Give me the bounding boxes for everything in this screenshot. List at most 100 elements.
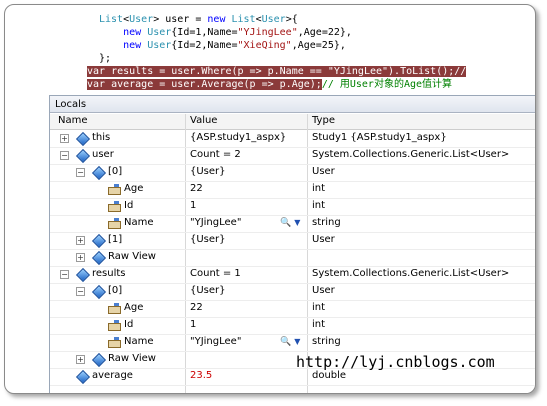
collapse-icon[interactable]: − (60, 151, 69, 160)
dropdown-arrow-icon[interactable]: ▼ (294, 337, 300, 346)
variable-value[interactable]: {User} (190, 234, 226, 245)
variable-value[interactable]: 23.5 (190, 370, 212, 381)
locals-row[interactable]: Age 22 int (50, 300, 535, 318)
variable-type: int (312, 200, 326, 211)
locals-row[interactable]: − [0] {User} User (50, 164, 535, 182)
column-header-name[interactable]: Name (58, 115, 88, 126)
code-token: var results = user.Where(p => p.Name == … (87, 66, 467, 77)
expand-icon[interactable]: + (76, 355, 85, 364)
variable-value[interactable]: {User} (190, 166, 226, 177)
variable-icon (91, 165, 107, 181)
locals-row[interactable]: + [1] {User} User (50, 232, 535, 250)
locals-row[interactable]: Age 22 int (50, 181, 535, 199)
variable-icon (75, 267, 91, 283)
variable-name: average (92, 370, 133, 381)
code-token: User (261, 14, 286, 25)
variable-icon (75, 148, 91, 164)
code-token: >{ (285, 14, 298, 25)
code-token: ,Age=25}, (291, 40, 346, 51)
column-header-type[interactable]: Type (312, 115, 335, 126)
variable-value[interactable]: Count = 1 (190, 268, 241, 279)
variable-type: User (312, 234, 335, 245)
variable-value[interactable]: "YJingLee" (190, 336, 241, 347)
magnifier-icon[interactable]: 🔍 (280, 218, 291, 228)
locals-row[interactable]: Name "YJingLee" 🔍 ▼ string (50, 215, 535, 233)
variable-name: Raw View (108, 251, 156, 262)
code-token: User (147, 40, 172, 51)
locals-row[interactable]: Id 1 int (50, 317, 535, 335)
collapse-icon[interactable]: − (60, 270, 69, 279)
variable-type: int (312, 302, 326, 313)
collapse-icon[interactable]: − (76, 168, 85, 177)
locals-title: Locals (50, 96, 535, 113)
variable-icon (75, 131, 91, 147)
code-token: new (207, 14, 226, 25)
code-editor[interactable]: List<User> user = new List<User>{ new Us… (87, 9, 507, 93)
variable-value[interactable]: 22 (190, 302, 203, 313)
locals-row[interactable]: + Raw View (50, 249, 535, 267)
code-line-3[interactable]: new User{Id=2,Name="XieQing",Age=25}, (99, 39, 346, 52)
variable-icon (91, 250, 107, 266)
code-line-5[interactable]: var results = user.Where(p => p.Name == … (87, 65, 467, 78)
variable-name: [0] (108, 285, 123, 296)
expand-icon[interactable]: + (60, 134, 69, 143)
locals-row[interactable]: − results Count = 1 System.Collections.Gene… (50, 266, 535, 284)
magnifier-icon[interactable]: 🔍 (280, 337, 291, 347)
code-token: {Id=1,Name= (171, 27, 238, 38)
variable-name: this (92, 132, 111, 143)
code-token: User (147, 27, 172, 38)
variable-value[interactable]: 1 (190, 200, 196, 211)
variable-type: int (312, 319, 326, 330)
code-line-2[interactable]: new User{Id=1,Name="YJingLee",Age=22}, (99, 26, 352, 39)
code-line-4[interactable]: }; (99, 52, 111, 65)
variable-type: System.Collections.Generic.List<User> (312, 149, 510, 160)
locals-row[interactable]: − user Count = 2 System.Collections.Generic… (50, 147, 535, 165)
variable-icon (91, 233, 107, 249)
variable-type: User (312, 166, 335, 177)
code-token: var average = user.Average(p => p.Age); (87, 79, 322, 90)
expand-icon[interactable]: + (76, 236, 85, 245)
variable-type: Study1 {ASP.study1_aspx} (312, 132, 447, 143)
property-icon (108, 303, 121, 314)
variable-name: user (92, 149, 114, 160)
property-icon (108, 337, 121, 348)
variable-icon (91, 352, 107, 368)
code-token: "XieQing" (237, 40, 292, 51)
variable-name: Name (124, 336, 154, 347)
locals-row[interactable]: Name "YJingLee" 🔍 ▼ string (50, 334, 535, 352)
property-icon (108, 320, 121, 331)
code-token: {Id=2,Name= (171, 40, 238, 51)
variable-name: [0] (108, 166, 123, 177)
variable-value[interactable]: {ASP.study1_aspx} (190, 132, 286, 143)
expand-icon[interactable]: + (76, 253, 85, 262)
locals-row[interactable]: Id 1 int (50, 198, 535, 216)
locals-window: Locals Name Value Type + this {ASP.study1_… (49, 95, 535, 393)
variable-icon (91, 284, 107, 300)
code-token: new (99, 27, 142, 38)
code-token: }; (99, 53, 112, 64)
variable-value[interactable]: {User} (190, 285, 226, 296)
code-token: new (99, 40, 142, 51)
variable-value[interactable]: "YJingLee" (190, 217, 241, 228)
dropdown-arrow-icon[interactable]: ▼ (294, 218, 300, 227)
locals-row[interactable]: + this {ASP.study1_aspx} Study1 {ASP.study1… (50, 130, 535, 148)
variable-name: Raw View (108, 353, 156, 364)
code-token: User (129, 14, 154, 25)
variable-name: Age (124, 302, 144, 313)
variable-value[interactable]: Count = 2 (190, 149, 241, 160)
code-line-1[interactable]: List<User> user = new List<User>{ (99, 13, 298, 26)
property-icon (108, 184, 121, 195)
visualizer-tools: 🔍 ▼ (280, 336, 300, 347)
variable-name: results (92, 268, 126, 279)
code-line-6[interactable]: var average = user.Average(p => p.Age);/… (87, 78, 452, 91)
column-header-value[interactable]: Value (190, 115, 217, 126)
collapse-icon[interactable]: − (76, 287, 85, 296)
variable-type: double (312, 370, 347, 381)
locals-row[interactable]: − [0] {User} User (50, 283, 535, 301)
variable-value[interactable]: 1 (190, 319, 196, 330)
watermark: http://lyj.cnblogs.com (296, 353, 495, 371)
variable-name: Age (124, 183, 144, 194)
variable-name: Id (124, 319, 134, 330)
variable-type: string (312, 336, 341, 347)
variable-value[interactable]: 22 (190, 183, 203, 194)
